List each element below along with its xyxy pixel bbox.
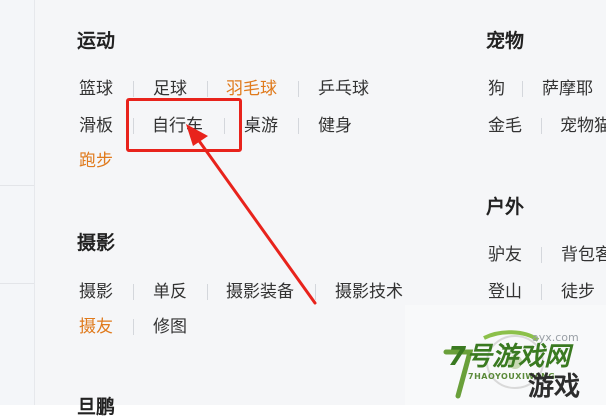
- tag-pet-cat[interactable]: 宠物猫: [560, 115, 606, 137]
- tag-separator: [541, 247, 542, 263]
- tag-separator: [541, 284, 542, 300]
- tag-photography[interactable]: 摄影: [79, 281, 113, 303]
- tag-separator: [207, 284, 208, 300]
- rail-divider: [0, 283, 34, 284]
- section-title-sports: 运动: [77, 30, 116, 52]
- tag-separator: [298, 118, 299, 134]
- section-title-photography: 摄影: [77, 232, 116, 254]
- tag-dog[interactable]: 狗: [488, 78, 505, 100]
- tag-separator: [133, 319, 134, 335]
- tag-photo-friends[interactable]: 摄友: [79, 316, 113, 338]
- tag-backpacker-friends[interactable]: 驴友: [488, 244, 522, 266]
- tag-backpacker[interactable]: 背包客: [561, 244, 606, 266]
- tag-board-games[interactable]: 桌游: [244, 115, 278, 137]
- section-title-partial: 旦鹏: [77, 396, 116, 418]
- watermark-game-text: 游戏: [528, 372, 581, 402]
- tag-photo-gear[interactable]: 摄影装备: [226, 281, 294, 303]
- left-rail: [0, 0, 35, 405]
- tag-football[interactable]: 足球: [153, 78, 187, 100]
- tag-basketball[interactable]: 篮球: [79, 78, 113, 100]
- tag-fitness[interactable]: 健身: [318, 115, 352, 137]
- tag-separator: [522, 81, 523, 97]
- section-title-pets: 宠物: [486, 30, 525, 52]
- tag-separator: [133, 81, 134, 97]
- tag-separator: [298, 81, 299, 97]
- tag-golden-retriever[interactable]: 金毛: [488, 115, 522, 137]
- tag-separator: [207, 81, 208, 97]
- tag-samoyed[interactable]: 萨摩耶: [542, 78, 593, 100]
- tag-hiking[interactable]: 徒步: [561, 281, 595, 303]
- tag-mountaineering[interactable]: 登山: [488, 281, 522, 303]
- tag-retouch[interactable]: 修图: [153, 316, 187, 338]
- tag-badminton[interactable]: 羽毛球: [226, 78, 277, 100]
- section-title-outdoor: 户外: [486, 196, 525, 218]
- tag-dslr[interactable]: 单反: [153, 281, 187, 303]
- tag-separator: [315, 284, 316, 300]
- tag-photo-technique[interactable]: 摄影技术: [335, 281, 403, 303]
- watermark-domain: ayx.com: [532, 331, 579, 344]
- tag-table-tennis[interactable]: 乒乓球: [318, 78, 369, 100]
- tag-separator: [541, 118, 542, 134]
- rail-divider: [0, 185, 34, 186]
- tag-separator: [133, 284, 134, 300]
- tag-skateboard[interactable]: 滑板: [79, 115, 113, 137]
- highlight-box: [126, 98, 242, 152]
- tag-running[interactable]: 跑步: [79, 150, 113, 172]
